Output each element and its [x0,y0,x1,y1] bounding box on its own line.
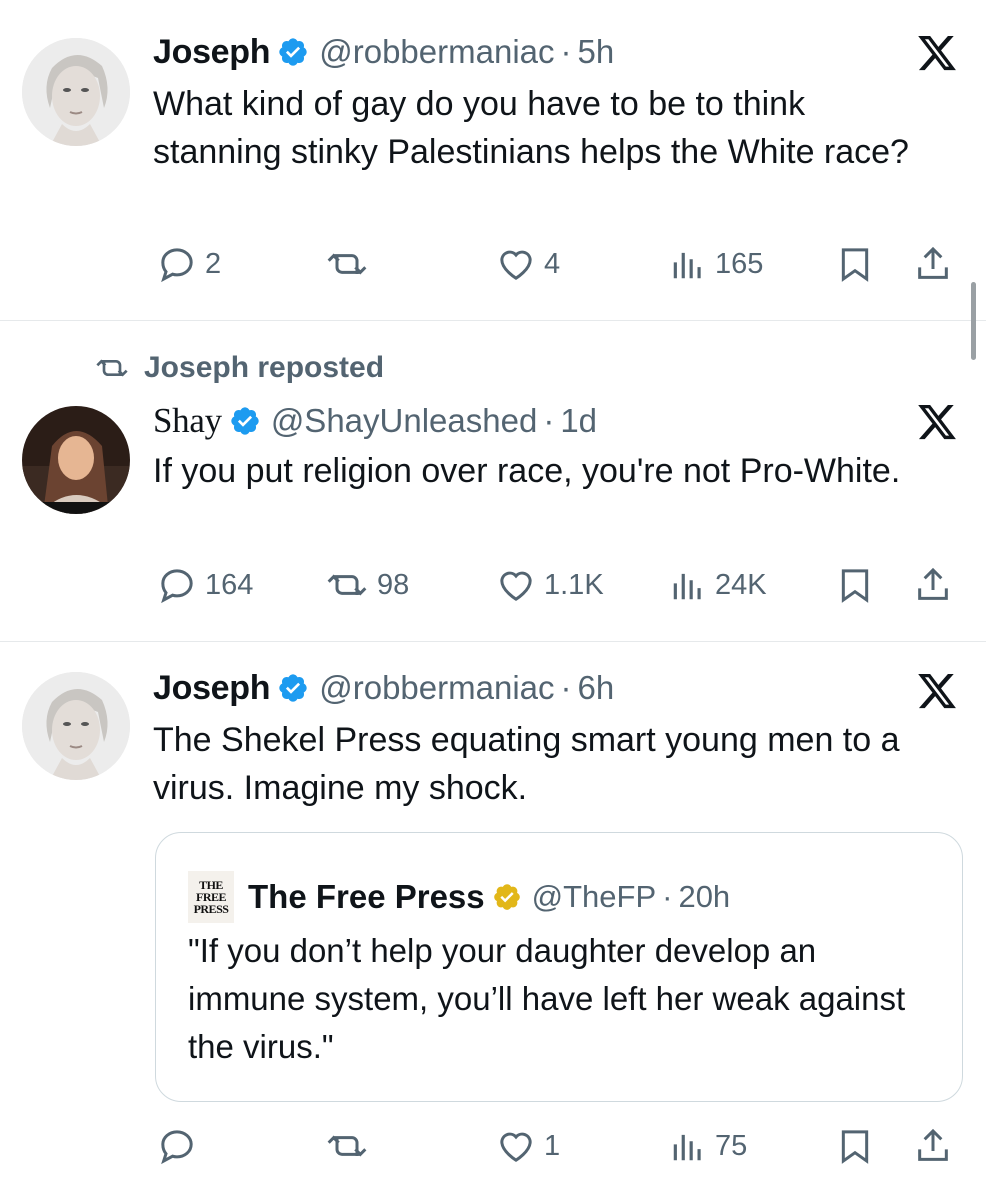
x-logo-icon [918,673,956,709]
repost-context-text: Joseph reposted [144,351,385,384]
quoted-tweet[interactable]: THE FREE PRESS The Free Press @TheFP · 2… [155,832,963,1102]
reply-icon [161,569,193,604]
reply-button[interactable]: 2 [157,244,221,284]
quoted-tweet-header: THE FREE PRESS The Free Press @TheFP · 2… [188,871,730,923]
gold-verified-badge-icon [493,884,520,910]
bookmark-icon [841,248,869,282]
quoted-timestamp[interactable]: 20h [678,879,730,915]
x-logo-icon [918,404,956,440]
bookmark-button[interactable] [835,244,875,284]
reply-icon [161,248,193,283]
author-handle[interactable]: @ShayUnleashed [271,402,538,440]
like-count: 1.1K [544,568,604,601]
like-count: 4 [544,247,561,280]
reply-count: 164 [205,568,254,601]
heart-icon [500,250,532,280]
tweet-text: What kind of gay do you have to be to th… [153,85,909,171]
like-count: 1 [544,1129,561,1162]
view-count: 75 [715,1129,748,1162]
tweet-3[interactable]: Joseph @robbermaniac · 6h The Shekel Pre… [0,642,986,1200]
reply-button[interactable]: 164 [157,565,253,605]
share-icon [918,1128,948,1161]
reply-count: 2 [205,247,222,280]
like-button[interactable]: 4 [496,244,560,284]
quoted-author-name[interactable]: The Free Press [248,878,485,916]
separator-dot: · [662,879,673,914]
action-bar: 1 75 [153,1126,963,1166]
action-bar: 2 4 165 [153,244,963,284]
repost-button[interactable]: 98 [325,565,409,605]
action-bar: 164 98 1.1K 24K [153,565,963,605]
repost-button[interactable] [325,1126,377,1166]
reply-icon [161,1130,193,1165]
heart-icon [500,571,532,601]
timestamp[interactable]: 6h [578,669,615,707]
like-button[interactable]: 1.1K [496,565,604,605]
share-icon [918,246,948,279]
repost-icon [327,574,367,596]
bookmark-button[interactable] [835,565,875,605]
avatar-shay[interactable] [22,406,130,514]
views-icon [673,252,701,279]
repost-context[interactable]: Joseph reposted [92,351,384,385]
verified-badge-icon [279,674,307,702]
views-button[interactable]: 75 [669,1126,747,1166]
timestamp[interactable]: 5h [578,33,615,71]
repost-icon [327,1135,367,1157]
tweet-1[interactable]: Joseph @robbermaniac · 5h What kind of g… [0,0,986,320]
verified-badge-icon [279,38,307,66]
repost-icon [96,359,128,377]
share-button[interactable] [913,244,953,284]
quoted-author-handle[interactable]: @TheFP [532,879,657,915]
repost-button[interactable] [325,244,377,284]
author-name[interactable]: Joseph [153,33,271,72]
like-button[interactable]: 1 [496,1126,560,1166]
view-count: 24K [715,568,767,601]
x-logo-icon [918,35,956,71]
views-icon [673,1134,701,1161]
separator-dot: · [560,669,572,706]
author-name[interactable]: Joseph [153,669,271,708]
tweet-header: Joseph @robbermaniac · 5h [153,32,614,72]
views-button[interactable]: 24K [669,565,767,605]
heart-icon [500,1132,532,1162]
tweet-text: If you put religion over race, you're no… [153,452,901,490]
quoted-tweet-text: "If you don’t help your daughter develop… [188,932,906,1065]
share-button[interactable] [913,1126,953,1166]
separator-dot: · [560,33,572,70]
reply-button[interactable] [157,1126,205,1166]
repost-count: 98 [377,568,410,601]
tweet-text: The Shekel Press equating smart young me… [153,721,900,807]
free-press-logo: THE FREE PRESS [188,871,234,923]
views-icon [673,573,701,600]
timestamp[interactable]: 1d [560,402,597,440]
verified-badge-icon [231,407,259,435]
author-handle[interactable]: @robbermaniac [319,33,554,71]
bookmark-icon [841,1130,869,1164]
avatar-joseph[interactable] [22,672,130,780]
avatar-joseph[interactable] [22,38,130,146]
repost-icon [327,253,367,275]
tweet-header: Shay @ShayUnleashed · 1d [153,401,597,441]
tweet-2[interactable]: Joseph reposted Shay @ShayUnleashed · 1d… [0,321,986,641]
share-button[interactable] [913,565,953,605]
share-icon [918,567,948,600]
separator-dot: · [543,402,555,439]
bookmark-icon [841,569,869,603]
views-button[interactable]: 165 [669,244,763,284]
tweet-header: Joseph @robbermaniac · 6h [153,668,614,708]
author-name[interactable]: Shay [153,401,222,441]
view-count: 165 [715,247,764,280]
author-handle[interactable]: @robbermaniac [319,669,554,707]
bookmark-button[interactable] [835,1126,875,1166]
